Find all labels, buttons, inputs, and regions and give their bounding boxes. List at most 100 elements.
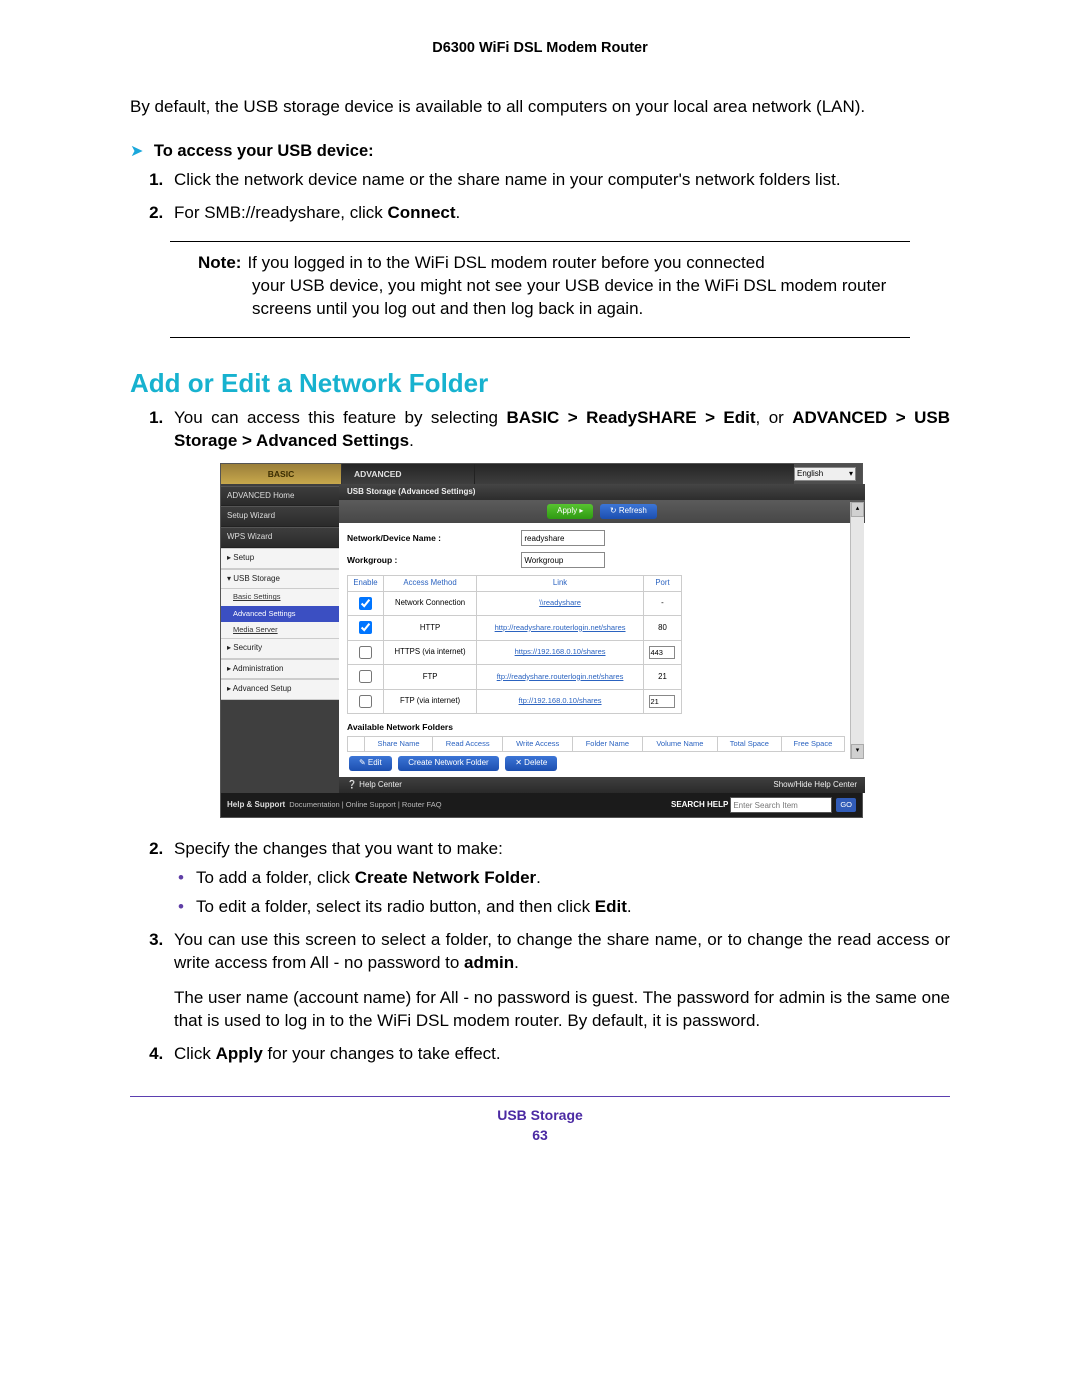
sidebar: ADVANCED Home Setup Wizard WPS Wizard ▸ … [221, 484, 339, 794]
refresh-button[interactable]: ↻ Refresh [600, 504, 657, 519]
device-name-input[interactable] [521, 530, 605, 546]
top-tab-row: BASIC ADVANCED English ▾ [221, 464, 862, 484]
col-write-access: Write Access [503, 736, 573, 751]
table-row: FTP ftp://readyshare.routerlogin.net/sha… [348, 665, 682, 690]
edit-folder-button[interactable]: ✎ Edit [349, 756, 392, 771]
enable-checkbox[interactable] [359, 621, 372, 634]
procedure-title: To access your USB device: [154, 142, 374, 160]
available-folders-title: Available Network Folders [347, 722, 845, 733]
available-folders-table: Share Name Read Access Write Access Fold… [347, 736, 845, 752]
section-title: Add or Edit a Network Folder [130, 368, 950, 399]
enable-checkbox[interactable] [359, 695, 372, 708]
cell-method: Network Connection [383, 591, 476, 616]
proc1-step2-bold: Connect [388, 203, 456, 222]
panel-title: USB Storage (Advanced Settings) [339, 484, 865, 501]
step3-p2: The user name (account name) for All - n… [174, 987, 950, 1033]
cell-method: FTP (via internet) [383, 689, 476, 714]
note-block: Note:If you logged in to the WiFi DSL mo… [198, 252, 910, 321]
enable-checkbox[interactable] [359, 670, 372, 683]
language-select[interactable]: English ▾ [794, 467, 856, 481]
create-network-folder-button[interactable]: Create Network Folder [398, 756, 498, 771]
col-access-method: Access Method [383, 576, 476, 592]
sidebar-item-administration[interactable]: ▸ Administration [221, 659, 339, 680]
proc1-step-1: Click the network device name or the sha… [168, 169, 950, 192]
step1-pre: You can access this feature by selecting [174, 408, 506, 427]
tab-advanced[interactable]: ADVANCED [342, 464, 475, 484]
sidebar-sub-advanced-settings[interactable]: Advanced Settings [221, 606, 339, 622]
cell-link[interactable]: http://readyshare.routerlogin.net/shares [495, 623, 626, 632]
step2-b2-pre: To edit a folder, select its radio butto… [196, 897, 595, 916]
col-total-space: Total Space [717, 736, 781, 751]
sidebar-item-advanced-home[interactable]: ADVANCED Home [221, 486, 339, 507]
tab-spacer [475, 464, 794, 484]
step2-b1-pre: To add a folder, click [196, 868, 355, 887]
enable-checkbox[interactable] [359, 597, 372, 610]
section-step-1: You can access this feature by selecting… [168, 407, 950, 819]
table-row: HTTPS (via internet) https://192.168.0.1… [348, 640, 682, 665]
col-read-access: Read Access [432, 736, 502, 751]
col-link: Link [477, 576, 644, 592]
proc1-step-2: For SMB://readyshare, click Connect. [168, 202, 950, 225]
search-go-button[interactable]: GO [836, 798, 856, 812]
delete-folder-button[interactable]: ✕ Delete [505, 756, 557, 771]
cell-link[interactable]: ftp://192.168.0.10/shares [519, 696, 602, 705]
help-center-label[interactable]: ❔ Help Center [347, 780, 402, 791]
page-header-title: D6300 WiFi DSL Modem Router [130, 40, 950, 56]
sidebar-item-usb-storage[interactable]: ▾ USB Storage [221, 569, 339, 590]
sidebar-item-setup[interactable]: ▸ Setup [221, 548, 339, 569]
footer-page-number: 63 [130, 1127, 950, 1143]
sidebar-sub-basic-settings[interactable]: Basic Settings [221, 589, 339, 605]
sidebar-item-wps-wizard[interactable]: WPS Wizard [221, 527, 339, 548]
sidebar-item-security[interactable]: ▸ Security [221, 638, 339, 659]
scroll-up-icon[interactable]: ▴ [851, 502, 864, 517]
procedure-heading: ➤ To access your USB device: [130, 141, 950, 161]
cell-link[interactable]: \\readyshare [539, 598, 581, 607]
search-help-input[interactable] [730, 797, 832, 813]
network-device-name-row: Network/Device Name : [347, 527, 845, 549]
footer-section-name: USB Storage [497, 1107, 583, 1123]
step2-bullet-1: To add a folder, click Create Network Fo… [174, 867, 950, 890]
intro-paragraph: By default, the USB storage device is av… [130, 96, 950, 119]
help-center-bar: ❔ Help Center Show/Hide Help Center [339, 777, 865, 794]
step3-p1-pre: You can use this screen to select a fold… [174, 930, 950, 972]
step2-lead: Specify the changes that you want to mak… [174, 839, 503, 858]
cell-link[interactable]: ftp://readyshare.routerlogin.net/shares [497, 672, 624, 681]
table-row: FTP (via internet) ftp://192.168.0.10/sh… [348, 689, 682, 714]
step4-post: for your changes to take effect. [263, 1044, 501, 1063]
page-footer: USB Storage 63 [130, 1107, 950, 1143]
step2-b1-bold: Create Network Folder [355, 868, 536, 887]
enable-checkbox[interactable] [359, 646, 372, 659]
note-separator-top [170, 241, 910, 242]
workgroup-input[interactable] [521, 552, 605, 568]
step3-p1-post: . [514, 953, 519, 972]
port-input[interactable] [649, 646, 675, 659]
help-support-links[interactable]: Documentation | Online Support | Router … [289, 800, 441, 810]
note-separator-bottom [170, 337, 910, 338]
cell-method: HTTP [383, 616, 476, 641]
cell-port: 21 [643, 665, 681, 690]
step1-post: . [409, 431, 414, 450]
section-step-4: Click Apply for your changes to take eff… [168, 1043, 950, 1066]
table-row: Network Connection \\readyshare - [348, 591, 682, 616]
language-value: English [797, 468, 823, 480]
footer-bar: Help & Support Documentation | Online Su… [221, 793, 862, 817]
proc1-step2-pre: For SMB://readyshare, click [174, 203, 388, 222]
sidebar-sub-media-server[interactable]: Media Server [221, 622, 339, 638]
section-step-2: Specify the changes that you want to mak… [168, 838, 950, 919]
sidebar-item-setup-wizard[interactable]: Setup Wizard [221, 506, 339, 527]
sidebar-item-advanced-setup[interactable]: ▸ Advanced Setup [221, 679, 339, 700]
proc1-step2-post: . [456, 203, 461, 222]
device-name-label: Network/Device Name : [347, 533, 519, 544]
port-input[interactable] [649, 695, 675, 708]
chevron-down-icon: ▾ [849, 468, 853, 480]
procedure-arrow-icon: ➤ [130, 143, 143, 160]
panel-button-row: Apply ▸ ↻ Refresh [339, 500, 865, 523]
cell-method: FTP [383, 665, 476, 690]
cell-port: - [643, 591, 681, 616]
apply-button[interactable]: Apply ▸ [547, 504, 593, 519]
cell-link[interactable]: https://192.168.0.10/shares [515, 647, 606, 656]
tab-basic[interactable]: BASIC [221, 464, 342, 484]
step4-pre: Click [174, 1044, 216, 1063]
show-hide-help-link[interactable]: Show/Hide Help Center [773, 780, 857, 791]
step2-b2-post: . [627, 897, 632, 916]
